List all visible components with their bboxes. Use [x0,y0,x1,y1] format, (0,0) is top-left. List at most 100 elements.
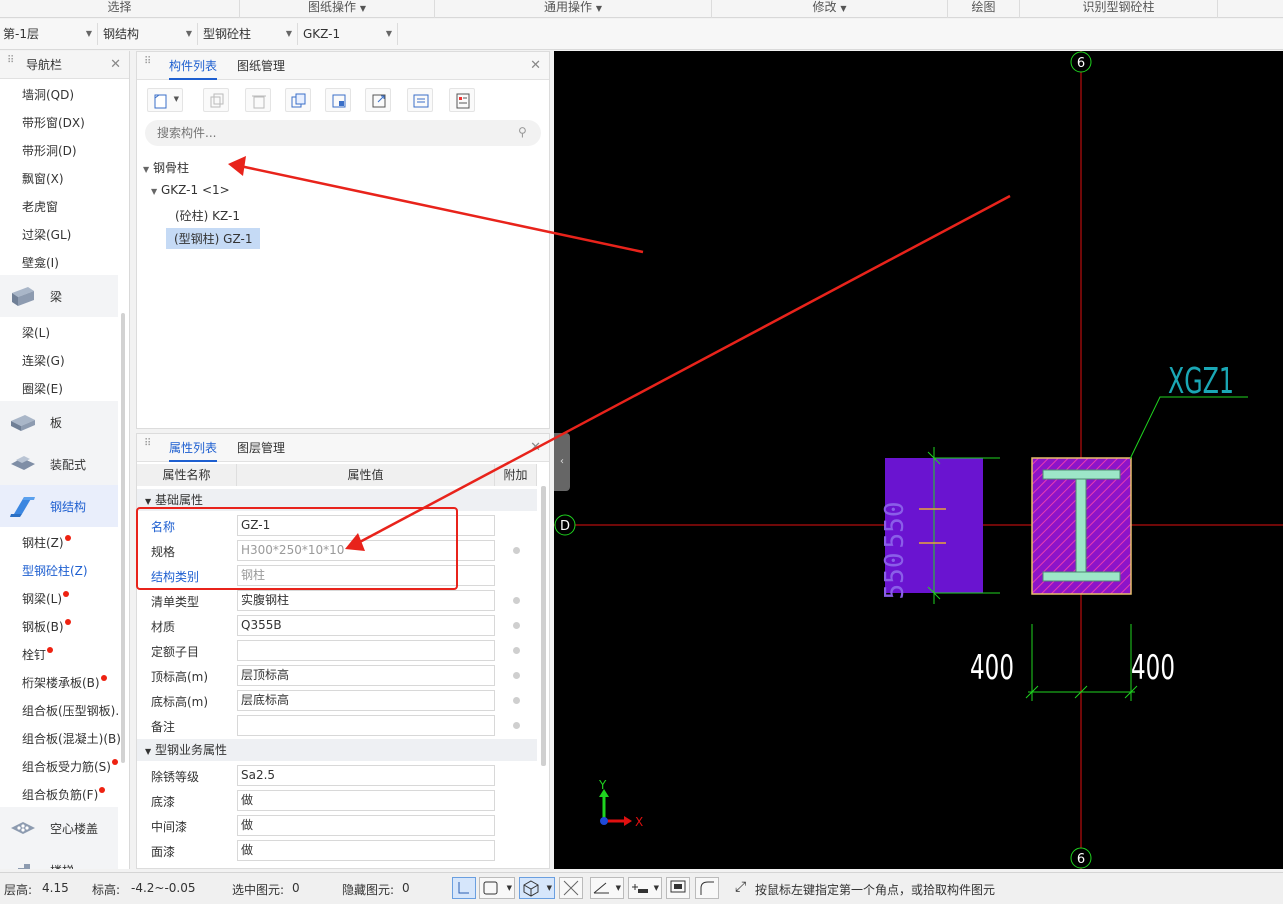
prop-top-coat-value[interactable]: 做 [237,840,495,861]
nav-item-composite-deck[interactable]: 组合板(压型钢板). [22,702,119,719]
close-icon[interactable]: ✕ [530,52,541,80]
nav-category-beam[interactable]: 梁 [0,275,118,317]
drag-handle-icon[interactable]: ⠿ [144,57,151,72]
extra-checkbox[interactable] [513,672,520,679]
ribbon-group-general-ops[interactable]: 通用操作 ▼ [435,0,712,18]
dynamic-input-button[interactable] [666,877,690,899]
steel-web [1075,478,1087,573]
panel-collapse-handle[interactable]: ‹ [554,433,570,491]
extra-checkbox[interactable] [513,622,520,629]
prop-top-elev-value[interactable]: 层顶标高 [237,665,495,686]
nav-item-stud[interactable]: 栓钉 [22,646,54,663]
tab-drawing-management[interactable]: 图纸管理 [237,52,285,80]
nav-item-niche[interactable]: 壁龛(I) [22,254,59,271]
nav-category-prefab[interactable]: 装配式 [0,443,118,485]
view-3d-button[interactable]: ▼ [519,877,555,899]
filter-button[interactable] [449,88,475,112]
drag-handle-icon[interactable]: ⠿ [144,439,151,454]
extra-checkbox[interactable] [513,647,520,654]
property-group-steel-business[interactable]: ▼ 型钢业务属性 [137,739,537,761]
copy-component-button[interactable] [203,88,229,112]
drag-handle-icon[interactable]: ⠿ [7,56,14,71]
prop-material-value[interactable]: Q355B [237,615,495,636]
offset-button[interactable]: ▼ [628,877,662,899]
prop-struct-type-value[interactable]: 钢柱 [237,565,495,586]
ribbon-group-modify[interactable]: 修改 ▼ [712,0,948,18]
nav-item-strip-hole[interactable]: 带形洞(D) [22,142,77,159]
tab-layer-management[interactable]: 图层管理 [237,434,285,462]
prop-remark-value[interactable] [237,715,495,736]
extra-checkbox[interactable] [513,722,520,729]
nav-category-slab[interactable]: 板 [0,401,118,443]
import-button[interactable] [325,88,351,112]
select-box-button[interactable]: ▼ [479,877,515,899]
selector-bar: 第-1层 ▼ 钢结构 ▼ 型钢砼柱 ▼ GKZ-1 ▼ [0,19,1283,50]
search-icon[interactable]: ⚲ [518,125,527,139]
component-search-input[interactable] [145,120,541,146]
type-select[interactable]: 型钢砼柱 ▼ [200,23,298,45]
ortho-toggle-button[interactable] [452,877,476,899]
dim-vertical-label-1: 550 [880,502,910,549]
prop-primer-value[interactable]: 做 [237,790,495,811]
property-scrollbar[interactable] [541,486,546,766]
arc-icon [700,881,714,895]
nav-scrollbar[interactable] [121,313,125,763]
drawing-canvas[interactable]: 6 6 D 550 550 XGZ1 400 400 Y X [554,51,1283,869]
prop-name-value[interactable]: GZ-1 [237,515,495,536]
ribbon-group-select[interactable]: 选择 [0,0,240,18]
extra-checkbox[interactable] [513,597,520,604]
ribbon-group-draw[interactable]: 绘图 [948,0,1020,18]
extra-checkbox[interactable] [513,547,520,554]
nav-item-wall-hole[interactable]: 墙洞(QD) [22,86,74,103]
prop-quota-value[interactable] [237,640,495,661]
nav-category-steel[interactable]: 钢结构 [0,485,118,527]
nav-item-src-column[interactable]: 型钢砼柱(Z) [22,562,88,579]
tab-component-list[interactable]: 构件列表 [169,52,218,80]
extra-checkbox[interactable] [513,697,520,704]
nav-item-composite-concrete[interactable]: 组合板(混凝土)(B) [22,730,121,747]
cancel-select-button[interactable] [559,877,583,899]
component-select[interactable]: GKZ-1 ▼ [300,23,398,45]
ribbon-group-recognize[interactable]: 识别型钢砼柱 [1020,0,1218,18]
arc-draw-button[interactable] [695,877,719,899]
nav-item-strip-window[interactable]: 带形窗(DX) [22,114,85,131]
tree-node-gkz[interactable]: ▼ GKZ-1 <1> [151,183,230,197]
close-icon[interactable]: ✕ [110,51,121,79]
nav-item-ring-beam[interactable]: 圈梁(E) [22,380,63,397]
close-icon[interactable]: ✕ [530,434,541,462]
prop-bottom-elev-value[interactable]: 层底标高 [237,690,495,711]
nav-item-lintel[interactable]: 过梁(GL) [22,226,71,243]
category-select[interactable]: 钢结构 ▼ [100,23,198,45]
nav-item-steel-plate[interactable]: 钢板(B) [22,618,71,635]
nav-item-dormer[interactable]: 老虎窗 [22,198,58,215]
nav-item-truss-deck[interactable]: 桁架楼承板(B) [22,674,107,691]
nav-item-steel-column[interactable]: 钢柱(Z) [22,534,71,551]
nav-category-stair[interactable]: 楼梯 [0,849,118,869]
nav-item-bay-window[interactable]: 飘窗(X) [22,170,64,187]
nav-item-coupling-beam[interactable]: 连梁(G) [22,352,65,369]
collapse-arrow-icon[interactable]: ▼ [143,165,149,174]
prop-bill-type-value[interactable]: 实腹钢柱 [237,590,495,611]
new-component-button[interactable]: ▼ [147,88,183,112]
layer-copy-button[interactable] [285,88,311,112]
tab-property-list[interactable]: 属性列表 [169,434,218,462]
prop-rust-grade-value[interactable]: Sa2.5 [237,765,495,786]
tree-node-gz-selected[interactable]: (型钢柱) GZ-1 [166,228,261,249]
nav-item-composite-neg-rebar[interactable]: 组合板负筋(F) [22,786,106,803]
display-button[interactable] [407,88,433,112]
delete-component-button[interactable] [245,88,271,112]
nav-item-steel-beam[interactable]: 钢梁(L) [22,590,70,607]
nav-item-beam[interactable]: 梁(L) [22,324,50,341]
tree-node-root[interactable]: ▼ 钢骨柱 [143,159,189,176]
prop-mid-coat-value[interactable]: 做 [237,815,495,836]
nav-item-composite-rebar[interactable]: 组合板受力筋(S) [22,758,118,775]
export-button[interactable] [365,88,391,112]
floor-select[interactable]: 第-1层 ▼ [0,23,98,45]
nav-category-hollow-floor[interactable]: 空心楼盖 [0,807,118,849]
collapse-arrow-icon[interactable]: ▼ [151,187,157,196]
angle-snap-button[interactable]: ▼ [590,877,624,899]
tree-node-kz[interactable]: (砼柱) KZ-1 [175,207,240,224]
ribbon-group-drawing-ops[interactable]: 图纸操作 ▼ [240,0,435,18]
property-group-basic[interactable]: ▼ 基础属性 [137,489,537,511]
prop-spec-value[interactable]: H300*250*10*10 [237,540,495,561]
